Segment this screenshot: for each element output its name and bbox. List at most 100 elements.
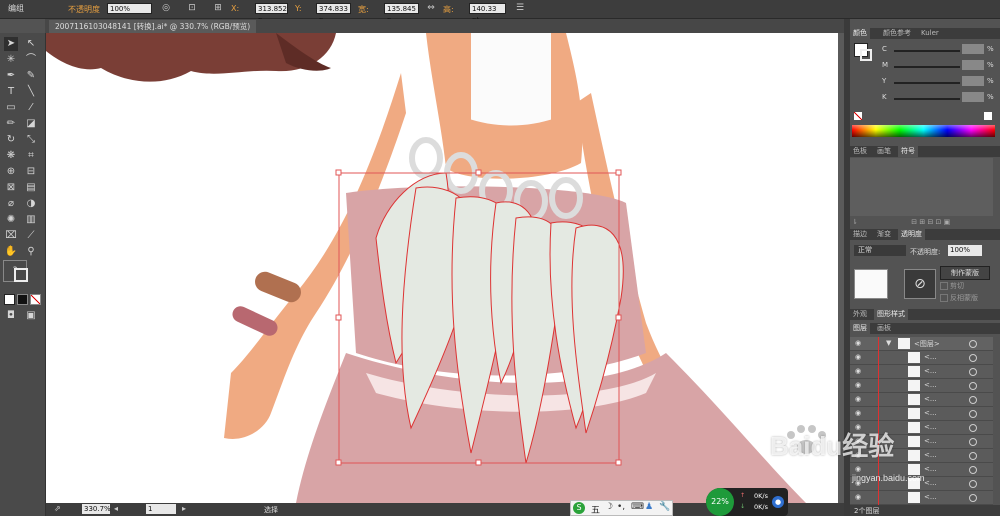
settings-wrench-icon[interactable]: 🔧: [659, 502, 670, 512]
x-field[interactable]: 313.852 p: [255, 3, 288, 24]
none-swatch-icon[interactable]: [854, 112, 862, 120]
link-icon[interactable]: ⇔: [425, 3, 437, 14]
layer-group-row[interactable]: ◉ ▼ <图层>: [850, 337, 993, 351]
hand-tool-icon[interactable]: ✋: [4, 245, 18, 259]
tab-swatches[interactable]: 色板: [850, 146, 870, 157]
visibility-eye-icon[interactable]: ◉: [855, 465, 864, 473]
mask-thumbnail-icon[interactable]: ⊘: [904, 269, 936, 299]
brush-tool-icon[interactable]: ⁄: [24, 101, 38, 115]
keyboard-icon[interactable]: ⌨: [631, 502, 644, 512]
scale-tool-icon[interactable]: ⤡: [24, 133, 38, 147]
clip-checkbox[interactable]: [940, 282, 948, 290]
ime-mode-label[interactable]: 五: [591, 503, 600, 516]
reference-point-icon[interactable]: ⊞: [212, 3, 224, 14]
blend-mode-select[interactable]: 正常: [854, 245, 906, 256]
eyedropper-tool-icon[interactable]: ⌀: [4, 197, 18, 211]
tab-artboards[interactable]: 画板: [874, 323, 894, 334]
visibility-eye-icon[interactable]: ◉: [855, 367, 864, 375]
accelerate-ball-icon[interactable]: ●: [772, 496, 784, 508]
layer-row[interactable]: ◉ <...: [850, 351, 993, 365]
tab-graphic-styles[interactable]: 图形样式: [874, 309, 908, 320]
tab-transparency[interactable]: 透明度: [898, 229, 925, 240]
tab-appearance[interactable]: 外观: [850, 309, 870, 320]
slider-k[interactable]: K %: [850, 91, 1000, 105]
tab-gradient[interactable]: 渐变: [874, 229, 894, 240]
y-field[interactable]: 374.833 p: [316, 3, 351, 24]
width-field[interactable]: 135.845 p: [384, 3, 419, 24]
symbols-footer-icons[interactable]: ⇂ ⊟ ⊞ ⊟ ⊡ ▣: [852, 218, 995, 227]
curvature-tool-icon[interactable]: ✎: [24, 69, 38, 83]
direct-selection-tool-icon[interactable]: ↖: [24, 37, 38, 51]
target-circle-icon[interactable]: [969, 494, 977, 502]
graph-tool-icon[interactable]: ▥: [24, 213, 38, 227]
type-tool-icon[interactable]: T: [4, 85, 18, 99]
slider-m[interactable]: M %: [850, 59, 1000, 73]
artboard-canvas[interactable]: [46, 33, 844, 503]
opacity-field[interactable]: 100%: [107, 3, 152, 14]
line-tool-icon[interactable]: ╲: [24, 85, 38, 99]
k-track[interactable]: [894, 98, 960, 100]
target-circle-icon[interactable]: [969, 438, 977, 446]
target-circle-icon[interactable]: [969, 452, 977, 460]
layer-row[interactable]: ◉ <...: [850, 491, 993, 505]
perspective-tool-icon[interactable]: ⊟: [24, 165, 38, 179]
sogou-logo-icon[interactable]: S: [573, 502, 585, 514]
fill-mode-icon[interactable]: [4, 294, 15, 305]
target-circle-icon[interactable]: [969, 340, 977, 348]
visibility-eye-icon[interactable]: ◉: [855, 353, 864, 361]
prev-artboard-icon[interactable]: ◂: [114, 504, 118, 513]
punctuation-icon[interactable]: ☽: [605, 502, 613, 512]
target-circle-icon[interactable]: [969, 354, 977, 362]
visibility-eye-icon[interactable]: ◉: [855, 339, 864, 347]
pen-tool-icon[interactable]: ✒: [4, 69, 18, 83]
slider-y[interactable]: Y %: [850, 75, 1000, 89]
artboard-tool-icon[interactable]: ⌧: [4, 229, 18, 243]
layer-row[interactable]: ◉ <...: [850, 407, 993, 421]
white-swatch[interactable]: [984, 112, 992, 120]
document-tab[interactable]: 2007116103048141 [转换].ai* @ 330.7% (RGB/…: [49, 20, 257, 33]
zoom-tool-icon[interactable]: ⚲: [24, 245, 38, 259]
magic-wand-tool-icon[interactable]: ✳: [4, 53, 18, 67]
more-options-icon[interactable]: ☰: [514, 3, 526, 14]
color-spectrum-bar[interactable]: [852, 125, 995, 137]
visibility-eye-icon[interactable]: ◉: [855, 395, 864, 403]
style-icon[interactable]: ◎: [160, 3, 172, 14]
target-circle-icon[interactable]: [969, 368, 977, 376]
c-value-field[interactable]: [962, 44, 984, 54]
slice-tool-icon[interactable]: ⟋: [24, 229, 38, 243]
gradient-mode-icon[interactable]: [17, 294, 28, 305]
layer-row[interactable]: ◉ <...: [850, 393, 993, 407]
export-icon[interactable]: ⇗: [54, 504, 61, 513]
rotate-tool-icon[interactable]: ↻: [4, 133, 18, 147]
network-speed-widget[interactable]: 22% ↑ 0K/s ↓ 0K/s ●: [706, 488, 788, 516]
layer-row[interactable]: ◉ <...: [850, 379, 993, 393]
skin-icon[interactable]: ♟: [645, 502, 653, 512]
m-value-field[interactable]: [962, 60, 984, 70]
make-mask-button[interactable]: 制作蒙版: [940, 266, 990, 280]
y-track[interactable]: [894, 82, 960, 84]
target-circle-icon[interactable]: [969, 396, 977, 404]
mesh-tool-icon[interactable]: ⊠: [4, 181, 18, 195]
zoom-field[interactable]: 330.7%: [82, 504, 111, 514]
k-value-field[interactable]: [962, 92, 984, 102]
symbol-sprayer-tool-icon[interactable]: ✺: [4, 213, 18, 227]
lasso-tool-icon[interactable]: ⌒: [24, 53, 38, 67]
blend-tool-icon[interactable]: ◑: [24, 197, 38, 211]
visibility-eye-icon[interactable]: ◉: [855, 409, 864, 417]
target-circle-icon[interactable]: [969, 466, 977, 474]
m-track[interactable]: [894, 66, 960, 68]
symbol-icon[interactable]: •,: [617, 502, 625, 512]
tab-layers[interactable]: 图层: [850, 323, 870, 334]
target-circle-icon[interactable]: [969, 410, 977, 418]
screen-mode-icon[interactable]: ▣: [24, 309, 38, 323]
next-artboard-icon[interactable]: ▸: [182, 504, 186, 513]
tab-stroke[interactable]: 描边: [850, 229, 870, 240]
tab-brushes[interactable]: 画笔: [874, 146, 894, 157]
target-circle-icon[interactable]: [969, 480, 977, 488]
invert-mask-checkbox[interactable]: [940, 294, 948, 302]
transform-icon[interactable]: ⊡: [186, 3, 198, 14]
free-transform-tool-icon[interactable]: ⌗: [24, 149, 38, 163]
warp-tool-icon[interactable]: ❋: [4, 149, 18, 163]
target-circle-icon[interactable]: [969, 382, 977, 390]
gradient-tool-icon[interactable]: ▤: [24, 181, 38, 195]
